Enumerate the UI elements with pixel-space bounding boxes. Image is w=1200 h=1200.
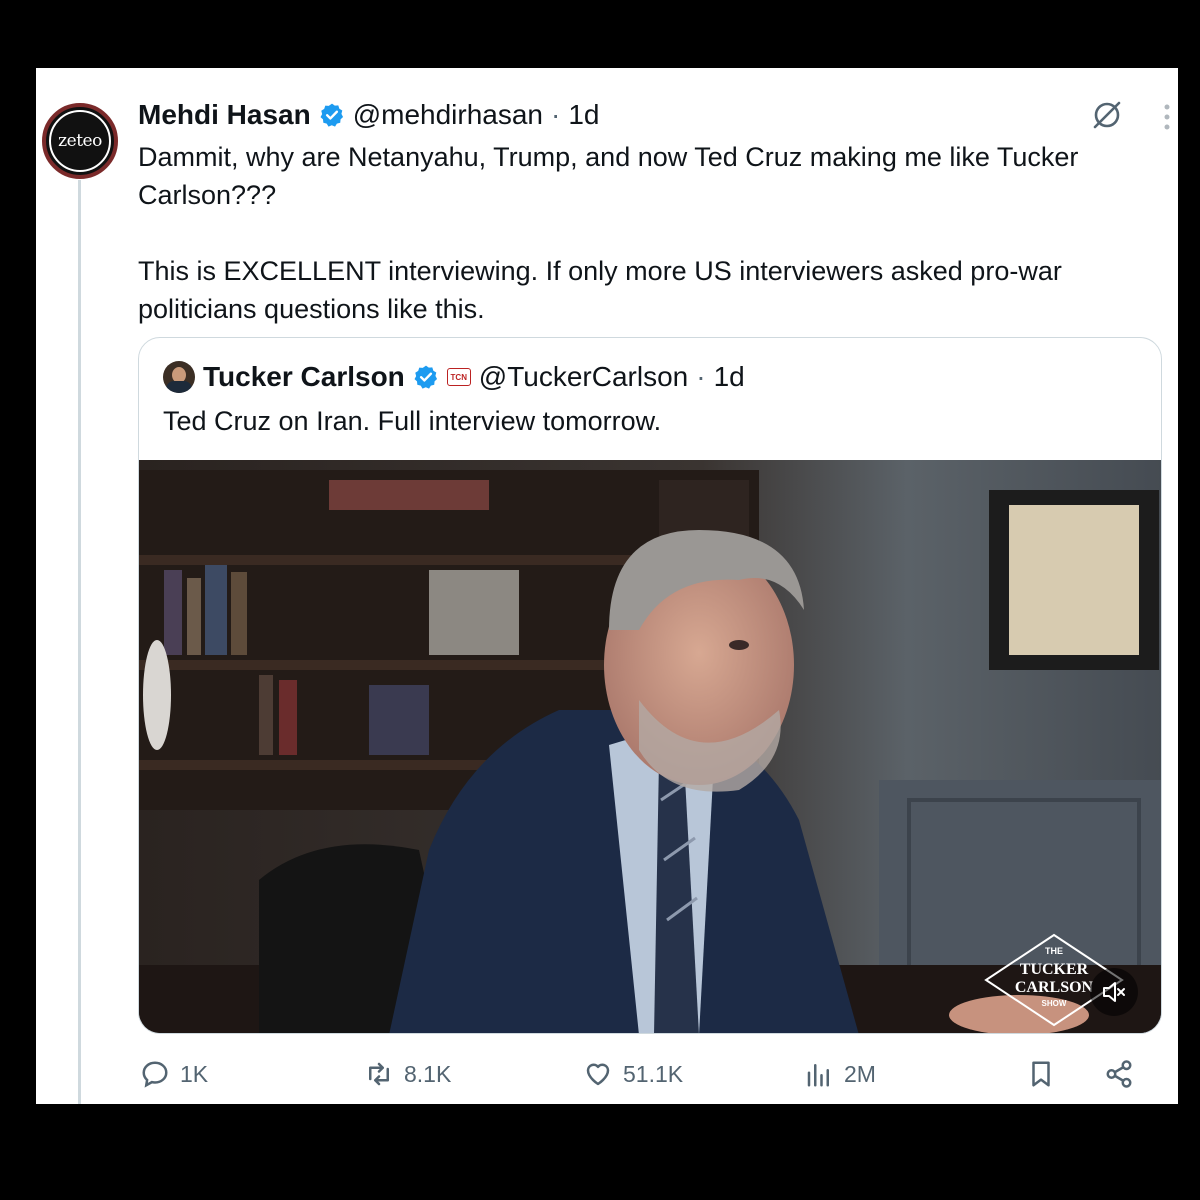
reply-button[interactable]: 1K	[140, 1052, 208, 1096]
verified-icon	[320, 103, 343, 127]
mute-button[interactable]	[1090, 968, 1138, 1016]
watermark-line2: TUCKER	[1020, 961, 1089, 978]
views-button[interactable]: 2M	[804, 1052, 876, 1096]
watermark-line3: CARLSON	[1015, 979, 1094, 996]
quote-text: Ted Cruz on Iran. Full interview tomorro…	[163, 406, 662, 436]
bookmark-icon	[1032, 1061, 1050, 1087]
bookmark-button[interactable]	[1026, 1052, 1056, 1096]
author-name[interactable]: Mehdi Hasan	[138, 99, 311, 131]
repost-button[interactable]: 8.1K	[364, 1052, 451, 1096]
views-count: 2M	[844, 1060, 876, 1087]
quote-author-handle[interactable]: @TuckerCarlson	[479, 361, 688, 393]
thread-line	[78, 180, 81, 1104]
like-icon	[586, 1063, 610, 1086]
author-avatar[interactable]: zeteo	[42, 103, 118, 179]
quote-author-name[interactable]: Tucker Carlson	[203, 361, 405, 393]
separator-dot: ·	[551, 99, 561, 130]
grok-icon[interactable]	[1090, 98, 1124, 132]
tweet-header: Mehdi Hasan @mehdirhasan · 1d	[138, 96, 600, 134]
avatar-logo-text: zeteo	[49, 110, 111, 172]
verified-icon	[414, 365, 437, 389]
views-icon	[807, 1064, 829, 1087]
reply-icon	[142, 1061, 168, 1088]
mute-icon	[1103, 982, 1125, 1002]
watermark-line4: SHOW	[1042, 999, 1067, 1008]
share-icon	[1106, 1060, 1132, 1088]
quoted-tweet[interactable]: Tucker Carlson TCN @TuckerCarlson · 1d T…	[138, 337, 1162, 1034]
quote-header: Tucker Carlson TCN @TuckerCarlson · 1d	[163, 358, 745, 396]
more-icon[interactable]	[1162, 102, 1172, 132]
quote-avatar[interactable]	[163, 361, 195, 393]
share-button[interactable]	[1104, 1052, 1134, 1096]
like-button[interactable]: 51.1K	[583, 1052, 683, 1096]
action-bar: 1K 8.1K 51.1K 2M	[138, 1052, 1168, 1096]
tweet-time[interactable]: 1d	[568, 99, 599, 131]
repost-count: 8.1K	[404, 1060, 452, 1087]
tcn-badge-icon: TCN	[446, 368, 471, 386]
repost-icon	[369, 1062, 389, 1086]
reply-count: 1K	[180, 1060, 209, 1087]
watermark-line1: THE	[1045, 946, 1063, 956]
author-handle[interactable]: @mehdirhasan	[353, 99, 543, 131]
tweet-text: Dammit, why are Netanyahu, Trump, and no…	[138, 142, 1079, 324]
video-player[interactable]: THE TUCKER CARLSON SHOW	[139, 460, 1162, 1034]
like-count: 51.1K	[623, 1060, 684, 1087]
separator-dot: ·	[696, 361, 706, 392]
quote-time[interactable]: 1d	[714, 361, 745, 393]
